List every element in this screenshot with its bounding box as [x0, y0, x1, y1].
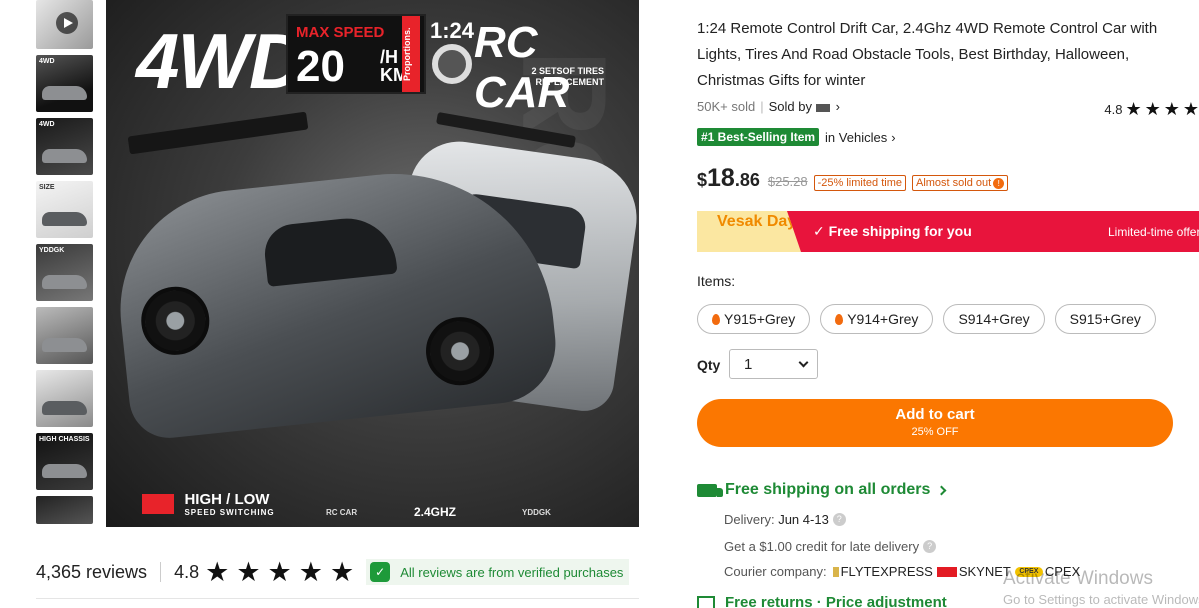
info-icon: !: [993, 178, 1005, 189]
scale-text: 1:24: [430, 18, 475, 43]
chevron-down-icon: [798, 357, 809, 368]
thumbnail[interactable]: HIGH CHASSIS: [36, 433, 93, 490]
discount-tag: -25% limited time: [813, 175, 906, 191]
hot-icon: [835, 313, 844, 325]
promo-banner: Vesak Day ✓ Free shipping for you Limite…: [697, 211, 1199, 252]
sold-by-link[interactable]: Sold by ›: [769, 99, 840, 114]
activate-windows-subtext: Go to Settings to activate Windows.: [1003, 592, 1199, 607]
activate-windows-watermark: Activate Windows: [1003, 568, 1153, 589]
thumbnail[interactable]: YDDGK: [36, 244, 93, 301]
qty-label: Qty: [697, 357, 721, 373]
thumbnail-strip: 4WD 4WD SIZE YDDGK HIGH CHASSIS: [36, 0, 94, 530]
item-options: Y915+Grey Y914+Grey S914+Grey S915+Grey: [697, 304, 1166, 334]
skynet-logo: [936, 566, 957, 577]
help-icon[interactable]: ?: [923, 540, 937, 553]
star-icon: ★: [205, 556, 230, 587]
price-row: $ 18 .86 $25.28 -25% limited time Almost…: [697, 164, 1014, 193]
sold-row: 50K+ sold | Sold by › 4.8 ★ ★ ★ ★: [697, 99, 1199, 119]
free-shipping-link[interactable]: Free shipping on all orders: [697, 481, 947, 499]
add-to-cart-button[interactable]: Add to cart 25% OFF: [697, 399, 1173, 447]
late-credit-row: Get a $1.00 credit for late delivery?: [724, 539, 937, 554]
qty-select[interactable]: 1: [729, 349, 818, 379]
star-icon: ★: [298, 556, 323, 587]
chevron-right-icon: [936, 485, 947, 495]
image-4wd-text: 4WD: [136, 17, 305, 105]
star-icon: ★: [236, 556, 261, 587]
thumbnail[interactable]: [36, 370, 93, 427]
store-logo-icon: [815, 103, 830, 112]
product-title: 1:24 Remote Control Drift Car, 2.4Ghz 4W…: [697, 20, 1158, 89]
review-rating: 4.8: [174, 561, 200, 582]
verified-badge: ✓ All reviews are from verified purchase…: [366, 559, 630, 585]
review-count[interactable]: 4,365 reviews: [36, 562, 147, 583]
truck-icon: [697, 483, 723, 497]
thumbnail[interactable]: 4WD: [36, 118, 93, 175]
item-option-y914[interactable]: Y914+Grey: [820, 304, 934, 334]
star-icon: ★: [267, 556, 292, 587]
star-icon: ★: [1144, 99, 1161, 119]
help-icon[interactable]: ?: [832, 513, 846, 526]
high-low-label: HIGH / LOW SPEED SWITCHING: [142, 491, 275, 517]
star-icon: ★: [329, 556, 355, 587]
star-icon: ★: [1125, 99, 1142, 119]
items-label: Items:: [697, 273, 736, 289]
reviews-summary: 4,365 reviews 4.8 ★ ★ ★ ★ ★ ✓ All review…: [36, 555, 630, 589]
star-icon: ★: [1182, 99, 1199, 119]
item-option-s915[interactable]: S915+Grey: [1054, 304, 1156, 334]
thumbnail[interactable]: 4WD: [36, 55, 93, 112]
old-price: $25.28: [767, 174, 808, 189]
thumbnail-video[interactable]: [36, 0, 93, 49]
check-icon: ✓: [813, 223, 829, 239]
almost-sold-out-tag[interactable]: Almost sold out!: [911, 175, 1009, 191]
tires-text: 2 SETSOF TIRES REPLACEMENT: [531, 66, 604, 87]
shield-check-icon: ✓: [370, 562, 391, 582]
item-option-s914[interactable]: S914+Grey: [943, 304, 1045, 334]
main-product-image[interactable]: RC 4WD MAX SPEED 20 /H KM Proportions. 1…: [106, 0, 639, 527]
item-option-y915[interactable]: Y915+Grey: [697, 304, 811, 334]
free-returns-link[interactable]: Free returns · Price adjustment: [697, 594, 947, 608]
hot-icon: [712, 313, 720, 325]
delivery-row: Delivery: Jun 4-13?: [724, 512, 846, 527]
best-selling-badge: #1 Best-Selling Item: [697, 128, 820, 146]
returns-icon: [697, 595, 715, 608]
thumbnail[interactable]: [36, 496, 93, 524]
flytexpress-logo: [832, 566, 839, 577]
wheel-icon: [432, 44, 472, 84]
price-value: 18: [707, 164, 735, 192]
thumbnail[interactable]: SIZE: [36, 181, 93, 238]
thumbnail[interactable]: [36, 307, 93, 364]
play-icon: [56, 12, 78, 34]
vesak-day-logo: Vesak Day: [697, 211, 801, 252]
proportions-tag: Proportions.: [402, 16, 420, 92]
product-rating[interactable]: 4.8 ★ ★ ★ ★: [1104, 99, 1199, 120]
star-icon: ★: [1163, 99, 1180, 119]
best-selling-row[interactable]: #1 Best-Selling Item in Vehicles ›: [697, 128, 896, 146]
